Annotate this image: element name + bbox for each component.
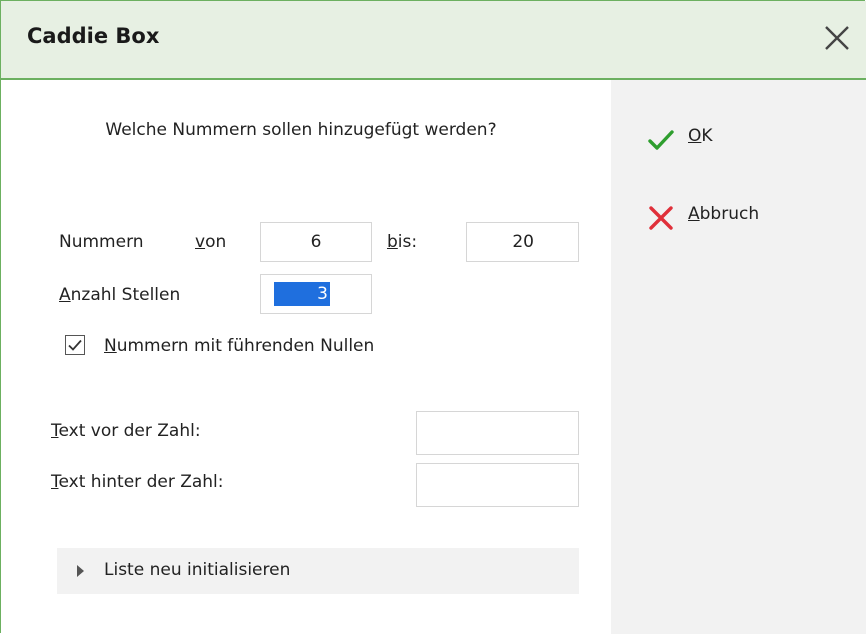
prefix-mnemonic: T <box>51 421 59 441</box>
ok-label: OK <box>688 126 713 146</box>
expander-label: Liste neu initialisieren <box>104 560 291 580</box>
from-number-value: 6 <box>310 232 322 252</box>
from-label: von <box>195 232 226 252</box>
leading-zeros-label: Nummern mit führenden Nullen <box>104 336 374 356</box>
to-label: bis: <box>387 232 417 252</box>
from-number-field[interactable]: 6 <box>260 222 372 262</box>
digits-label-mnemonic: A <box>59 285 71 305</box>
expand-arrow-icon <box>77 565 84 577</box>
from-label-mnemonic: v <box>195 232 206 252</box>
cancel-label-rest: bbruch <box>699 204 760 224</box>
ok-label-rest: K <box>701 126 713 146</box>
to-number-value: 20 <box>512 232 534 252</box>
suffix-label: Text hinter der Zahl: <box>51 472 224 492</box>
digits-field[interactable]: 3 <box>260 274 372 314</box>
close-icon[interactable] <box>822 23 852 53</box>
cancel-mnemonic: A <box>688 204 700 224</box>
ok-mnemonic: O <box>688 126 702 146</box>
reinitialize-list-expander[interactable]: Liste neu initialisieren <box>57 548 579 594</box>
leading-zeros-checkbox[interactable] <box>65 335 85 355</box>
prefix-label-rest: ext vor der Zahl: <box>58 421 201 441</box>
digits-label: Anzahl Stellen <box>59 285 180 305</box>
suffix-mnemonic: T <box>51 472 59 492</box>
prefix-text-field[interactable] <box>416 411 579 455</box>
to-label-mnemonic: b <box>387 232 398 252</box>
button-pane <box>611 80 866 634</box>
cancel-button[interactable]: Abbruch <box>648 202 788 234</box>
to-number-field[interactable]: 20 <box>466 222 579 262</box>
from-label-rest: on <box>205 232 227 252</box>
ok-button[interactable]: OK <box>648 124 738 156</box>
range-label: Nummern <box>59 232 144 252</box>
suffix-label-rest: ext hinter der Zahl: <box>58 472 224 492</box>
question-text: Welche Nummern sollen hinzugefügt werden… <box>105 120 497 140</box>
leading-zeros-label-rest: ummern mit führenden Nullen <box>116 336 375 356</box>
to-label-rest: is: <box>397 232 418 252</box>
prefix-label: Text vor der Zahl: <box>51 421 201 441</box>
digits-label-rest: nzahl Stellen <box>70 285 181 305</box>
checkmark-icon <box>648 130 674 150</box>
suffix-text-field[interactable] <box>416 463 579 507</box>
title-bar: Caddie Box <box>1 1 866 80</box>
caddie-box-dialog: Caddie Box Welche Nummern sollen hinzuge… <box>0 0 866 634</box>
digits-value: 3 <box>274 282 330 306</box>
check-mark-icon <box>68 339 82 351</box>
window-title: Caddie Box <box>27 24 160 48</box>
cancel-label: Abbruch <box>688 204 759 224</box>
x-icon <box>649 206 673 230</box>
leading-zeros-mnemonic: N <box>104 336 117 356</box>
